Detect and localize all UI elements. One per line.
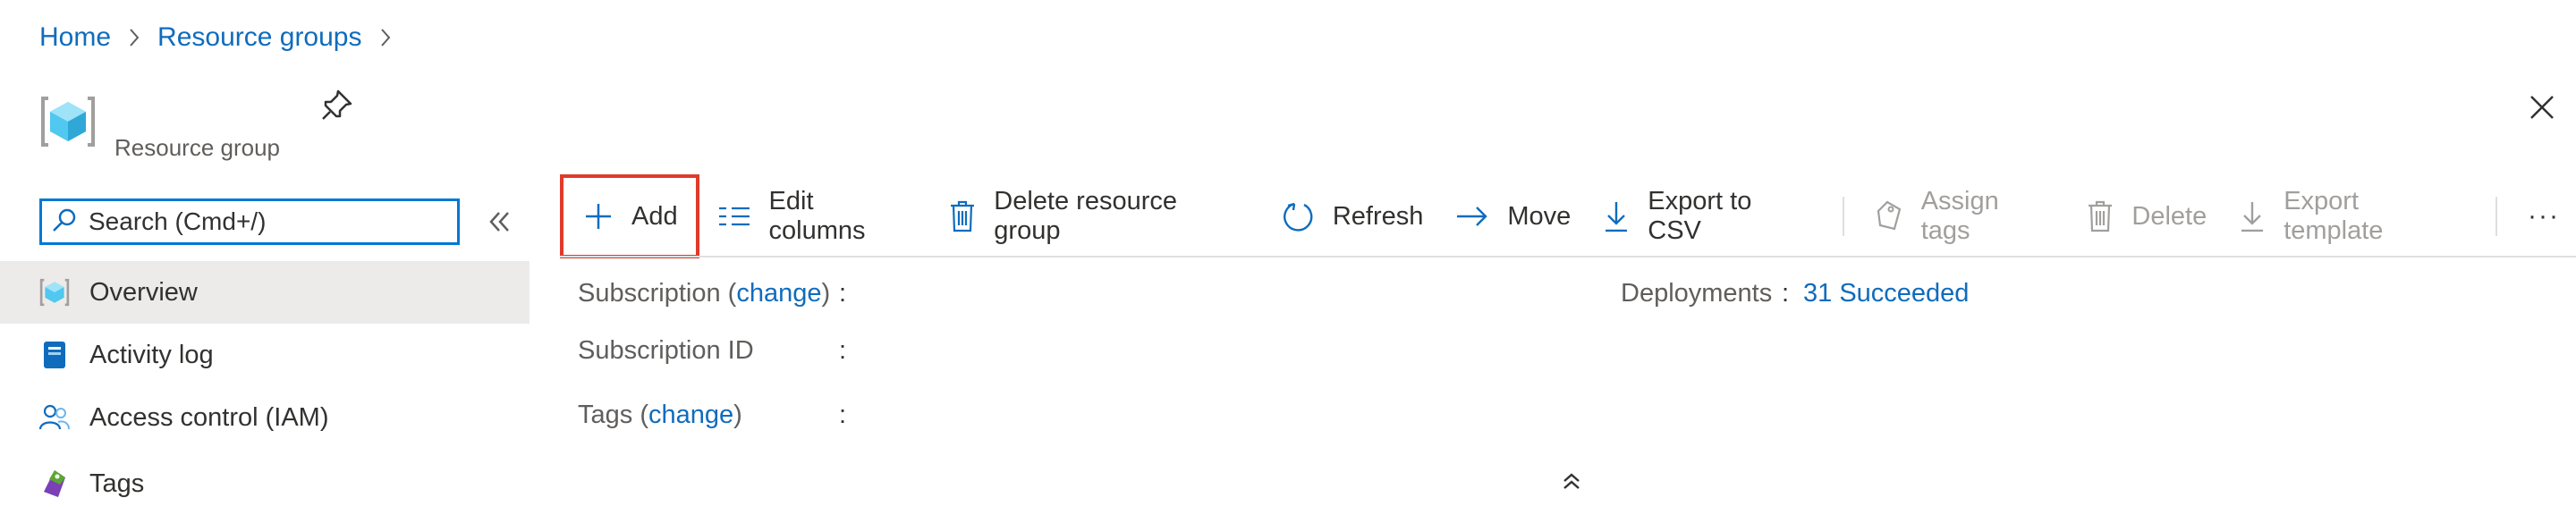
assign-tags-button[interactable]: Assign tags bbox=[1859, 175, 2072, 258]
export-template-button[interactable]: Export template bbox=[2223, 175, 2481, 258]
resource-group-icon bbox=[39, 93, 97, 150]
sidebar-item-access-control[interactable]: Access control (IAM) bbox=[0, 386, 530, 449]
delete-label: Delete bbox=[2131, 201, 2207, 231]
sidebar-item-label: Activity log bbox=[89, 340, 214, 369]
download-icon bbox=[1606, 202, 1628, 232]
command-bar: Add Edit columns Delete resource group R… bbox=[560, 174, 2576, 258]
pin-icon[interactable] bbox=[318, 88, 354, 123]
deployments-colon: : bbox=[1782, 279, 1790, 308]
toolbar-divider bbox=[1842, 197, 1844, 236]
users-icon bbox=[38, 401, 72, 435]
resource-group-icon bbox=[38, 275, 72, 309]
download-icon bbox=[2241, 202, 2264, 232]
collapse-essentials-icon[interactable] bbox=[1558, 469, 1585, 495]
toolbar-divider bbox=[2496, 197, 2498, 236]
tag-icon bbox=[38, 467, 72, 501]
refresh-label: Refresh bbox=[1332, 201, 1424, 231]
collapse-sidebar-icon[interactable] bbox=[481, 204, 517, 240]
subscription-id-label: Subscription ID bbox=[578, 336, 754, 365]
columns-icon bbox=[718, 207, 750, 226]
plus-icon bbox=[586, 204, 611, 229]
assign-tags-label: Assign tags bbox=[1920, 187, 1999, 245]
search-icon bbox=[51, 207, 78, 238]
tags-colon: : bbox=[839, 401, 847, 429]
export-csv-label: Export to CSV bbox=[1648, 187, 1752, 245]
activity-log-icon bbox=[38, 338, 72, 372]
chevron-right-icon bbox=[378, 27, 393, 48]
add-label: Add bbox=[631, 201, 678, 231]
chevron-right-icon bbox=[127, 27, 141, 48]
deployments-value-link[interactable]: 31 Succeeded bbox=[1803, 279, 1969, 308]
page-subtitle: Resource group bbox=[114, 134, 280, 161]
refresh-button[interactable]: Refresh bbox=[1267, 175, 1440, 258]
close-icon[interactable] bbox=[2524, 89, 2560, 125]
sidebar-item-label: Access control (IAM) bbox=[89, 402, 329, 432]
delete-resource-group-button[interactable]: Delete resource group bbox=[933, 175, 1267, 258]
toolbar-underline bbox=[560, 256, 2576, 258]
search-box[interactable] bbox=[39, 198, 460, 245]
move-button[interactable]: Move bbox=[1439, 175, 1587, 258]
subscription-id-colon: : bbox=[839, 336, 847, 365]
sidebar-item-overview[interactable]: Overview bbox=[0, 261, 530, 324]
sidebar-item-label: Tags bbox=[89, 469, 145, 498]
edit-columns-button[interactable]: Edit columns bbox=[701, 175, 934, 258]
delete-resource-group-label: Delete resource group bbox=[994, 187, 1177, 245]
sidebar-item-activity-log[interactable]: Activity log bbox=[0, 324, 530, 386]
move-label: Move bbox=[1507, 201, 1572, 231]
subscription-colon: : bbox=[839, 279, 847, 308]
more-actions-button[interactable]: ··· bbox=[2512, 175, 2576, 258]
export-csv-button[interactable]: Export to CSV bbox=[1587, 175, 1827, 258]
sidebar-item-tags[interactable]: Tags bbox=[0, 452, 530, 515]
trash-icon bbox=[951, 200, 975, 232]
tag-icon bbox=[1877, 200, 1901, 231]
tags-change-link[interactable]: change bbox=[648, 401, 733, 429]
search-input[interactable] bbox=[87, 207, 448, 237]
breadcrumb: Home Resource groups bbox=[39, 16, 409, 59]
subscription-change-link[interactable]: change bbox=[736, 279, 821, 308]
sidebar-item-label: Overview bbox=[89, 277, 198, 307]
tags-label: Tags (change) bbox=[578, 401, 742, 429]
breadcrumb-home-link[interactable]: Home bbox=[39, 22, 111, 53]
refresh-icon bbox=[1283, 202, 1313, 232]
deployments-label: Deployments bbox=[1621, 279, 1773, 308]
delete-button[interactable]: Delete bbox=[2071, 175, 2223, 258]
subscription-label: Subscription (change) bbox=[578, 279, 831, 308]
breadcrumb-resource-groups-link[interactable]: Resource groups bbox=[157, 22, 361, 53]
export-template-label: Export template bbox=[2284, 187, 2384, 245]
edit-columns-label: Edit columns bbox=[768, 187, 866, 245]
arrow-right-icon bbox=[1457, 207, 1488, 226]
add-button[interactable]: Add bbox=[560, 174, 699, 258]
trash-icon bbox=[2089, 200, 2113, 232]
